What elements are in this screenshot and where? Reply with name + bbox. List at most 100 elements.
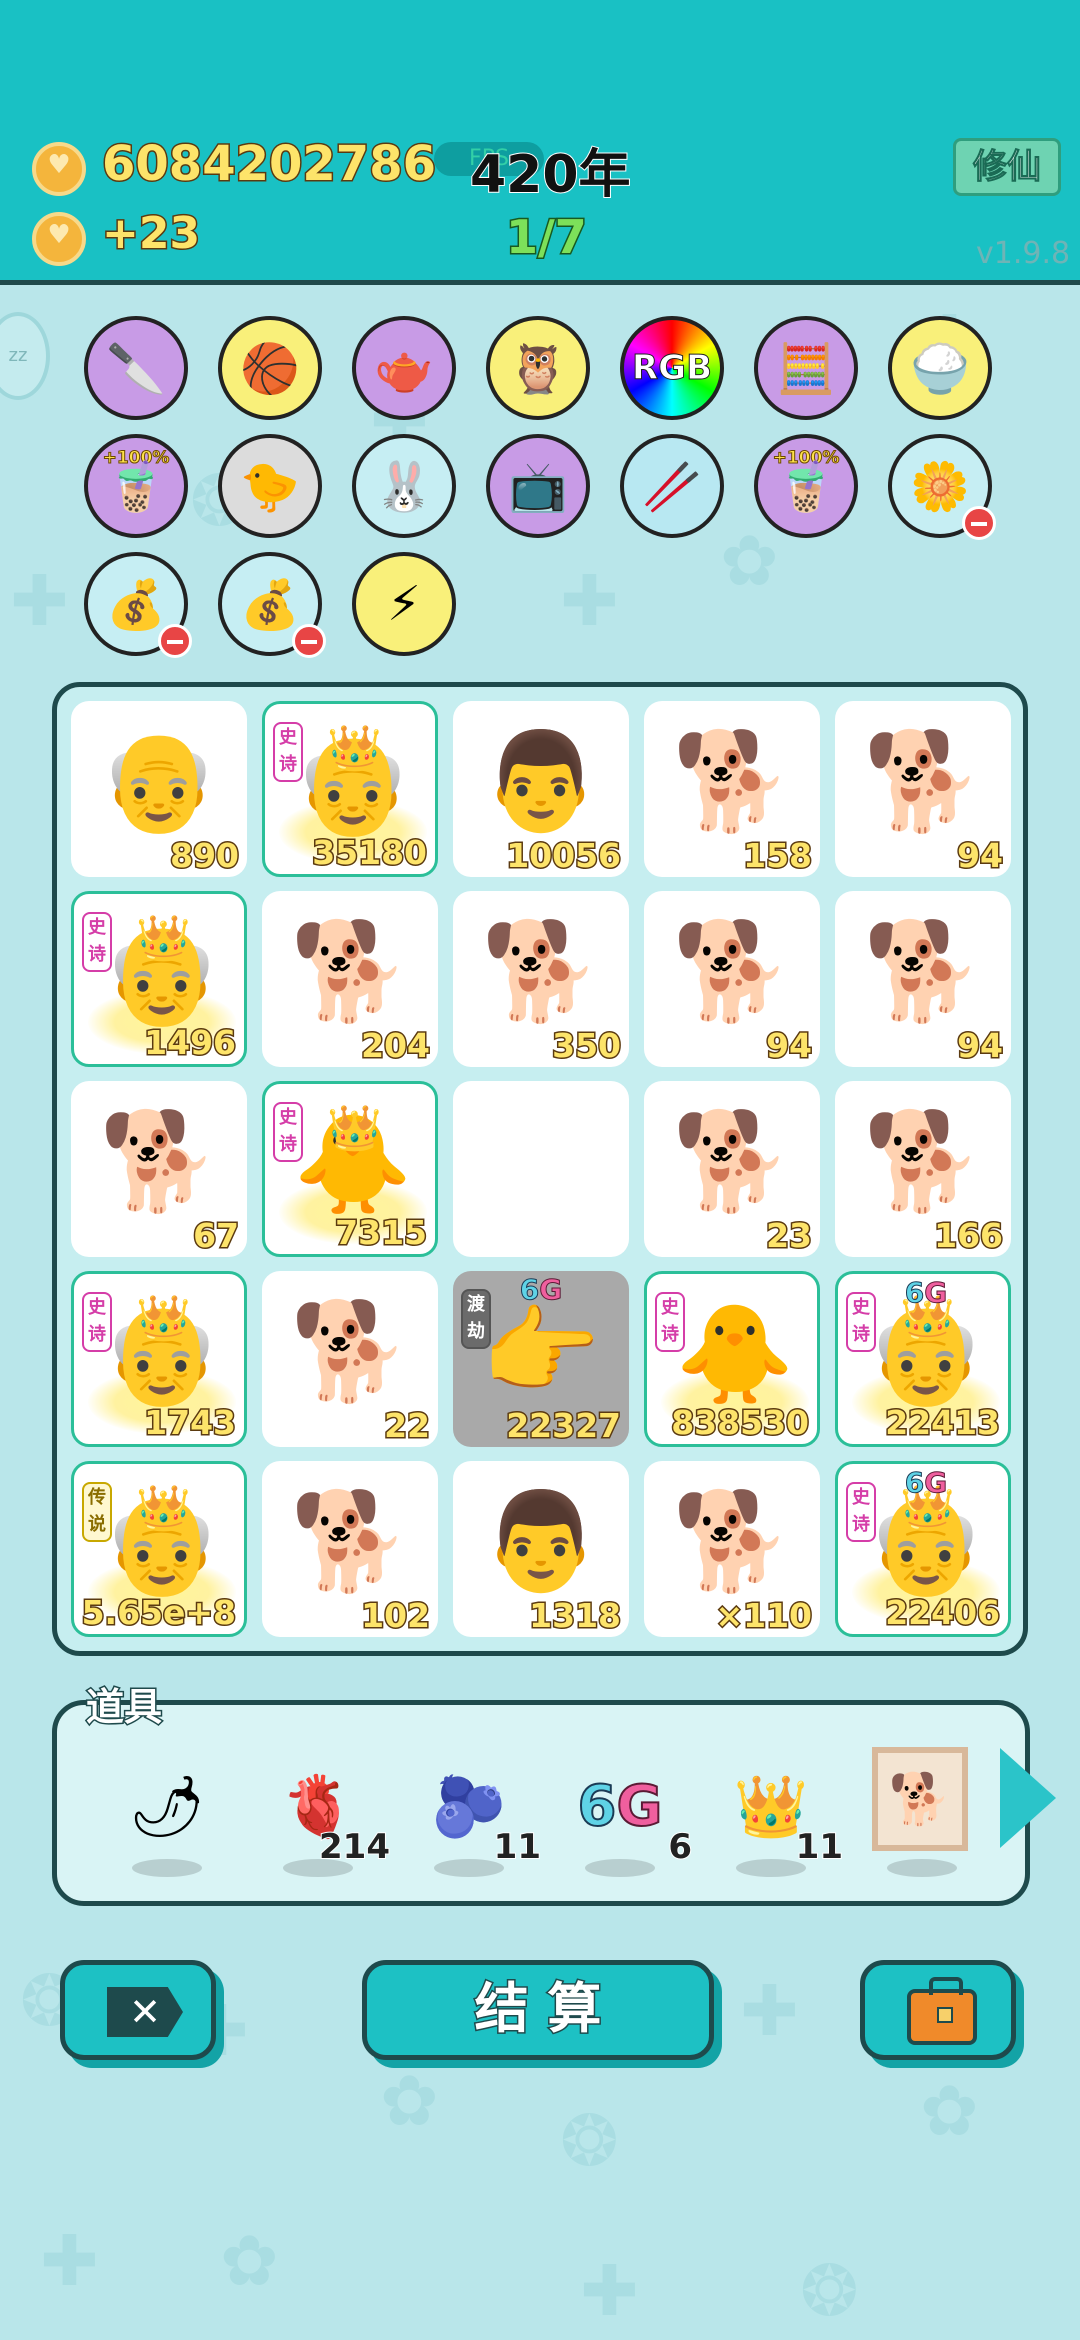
remove-buff-icon[interactable]	[962, 506, 996, 540]
cell-value: 5.65e+8	[80, 1592, 237, 1634]
cell-value: 22	[383, 1405, 432, 1447]
board-cell[interactable]: 👴 890	[71, 701, 247, 877]
buff-slot[interactable]: RGB	[620, 316, 724, 420]
board-cell[interactable]: 🐕 102	[262, 1461, 438, 1637]
board-cell[interactable]: 🐕 67	[71, 1081, 247, 1257]
buff-slot[interactable]: 🏀	[218, 316, 322, 420]
cell-value: 35180	[311, 832, 429, 874]
buff-slot[interactable]: 🫖	[352, 316, 456, 420]
prop-shadow	[585, 1859, 655, 1877]
board-cell[interactable]: 🐕 158	[644, 701, 820, 877]
cell-value: 204	[360, 1025, 432, 1067]
prop-item[interactable]: 🌶	[117, 1761, 217, 1877]
board-cell[interactable]: 🐕 94	[835, 701, 1011, 877]
buff-slot[interactable]: ⚡	[352, 552, 456, 656]
board-cell[interactable]: 🐕 94	[835, 891, 1011, 1067]
husky-icon: 🐕	[290, 914, 410, 1027]
remove-buff-icon[interactable]	[292, 624, 326, 658]
husky-icon: 🐕	[863, 914, 983, 1027]
buff-slot[interactable]: 🥢	[620, 434, 724, 538]
cell-value: 23	[765, 1215, 814, 1257]
chili-icon: 🌶	[128, 1771, 206, 1842]
board-cell[interactable]: 👴 👑 史诗 35180	[262, 701, 438, 877]
coin-total: 6084202786	[101, 135, 438, 194]
rarity-tag: 传说	[82, 1482, 112, 1542]
board-cell[interactable]: 🐕 23	[644, 1081, 820, 1257]
buff-slot[interactable]: 🍚	[888, 316, 992, 420]
cell-value: 1318	[528, 1595, 623, 1637]
briefcase-icon	[907, 1977, 977, 2045]
flower-pot-icon: 🌼	[910, 458, 970, 515]
tv-icon: 📺	[508, 458, 568, 515]
cell-value: 22413	[884, 1402, 1002, 1444]
buff-slot[interactable]: 🐤	[218, 434, 322, 538]
rarity-tag: 史诗	[273, 1102, 303, 1162]
crown-icon: 👑	[327, 723, 382, 774]
board-cell[interactable]: 🐕 22	[262, 1271, 438, 1447]
prop-item[interactable]: 🐕	[872, 1747, 972, 1877]
prop-item[interactable]: 6G6	[570, 1761, 693, 1877]
props-next-arrow-icon[interactable]	[1000, 1748, 1056, 1848]
crown-icon: 👑	[327, 1103, 382, 1154]
buff-slot[interactable]: +100% 🧋	[754, 434, 858, 538]
husky-icon: 🐕	[481, 914, 601, 1027]
six-g-digit: 6	[904, 1276, 925, 1310]
husky-icon: 🐕	[99, 1104, 219, 1217]
xiuxian-button[interactable]: 修仙	[953, 138, 1061, 196]
remove-buff-icon[interactable]	[158, 624, 192, 658]
rarity-tag: 史诗	[82, 1292, 112, 1352]
close-button[interactable]: ✕	[60, 1960, 216, 2060]
sack-icon: 💰	[106, 576, 166, 633]
bag-button[interactable]	[860, 1960, 1016, 2060]
board-cell[interactable]: 👨 10056	[453, 701, 629, 877]
board-cell[interactable]: 👴 👑 6G 史诗 22413	[835, 1271, 1011, 1447]
coin-income-icon	[32, 212, 86, 266]
settle-button[interactable]: 结 算	[362, 1960, 714, 2060]
rgb-icon: RGB	[631, 348, 712, 389]
prop-item[interactable]: 🫀 214	[268, 1761, 391, 1877]
six-g-letter: G	[924, 1466, 948, 1500]
prop-item[interactable]: 🫐 11	[419, 1761, 542, 1877]
year-counter: 420年	[469, 144, 632, 206]
board-cell[interactable]: 🐥 史诗 838530	[644, 1271, 820, 1447]
buff-slot[interactable]: 🧮	[754, 316, 858, 420]
board-cell[interactable]: 🐕 204	[262, 891, 438, 1067]
board-cell[interactable]: 👉 6G 渡劫 22327	[453, 1271, 629, 1447]
cell-value: 67	[192, 1215, 241, 1257]
six-g-icon: 6G	[577, 1773, 664, 1840]
buff-slot[interactable]: 🔪	[84, 316, 188, 420]
cleaver-icon: 🔪	[106, 340, 166, 397]
board-cell[interactable]: 🐕 94	[644, 891, 820, 1067]
prop-shadow	[887, 1859, 957, 1877]
coin-icon	[32, 142, 86, 196]
husky-icon: 🐕	[672, 724, 792, 837]
close-icon: ✕	[107, 1987, 183, 2037]
buff-slot[interactable]: 🐰	[352, 434, 456, 538]
crown-icon: 👑	[136, 1293, 191, 1344]
board-cell[interactable]: 🐕 166	[835, 1081, 1011, 1257]
board-cell[interactable]: 🐥 👑 史诗 7315	[262, 1081, 438, 1257]
sack-icon: 💰	[240, 576, 300, 633]
game-board: 👴 890 👴 👑 史诗 35180 👨 10056 🐕 158 🐕 94 👴 👑 史诗 1496 🐕 204 🐕 3…	[52, 682, 1028, 1656]
board-cell[interactable]: 👴 👑 史诗 1496	[71, 891, 247, 1067]
crown-icon: 👑	[136, 1483, 191, 1534]
prop-item[interactable]: 👑 11	[721, 1761, 844, 1877]
board-cell[interactable]: 👨 1318	[453, 1461, 629, 1637]
old-man-icon: 👴	[99, 724, 219, 837]
board-cell[interactable]	[453, 1081, 629, 1257]
buff-slot[interactable]: 🦉	[486, 316, 590, 420]
cell-value: 166	[933, 1215, 1005, 1257]
buff-slot[interactable]: +100% 🧋	[84, 434, 188, 538]
rarity-tag: 史诗	[846, 1292, 876, 1352]
buff-slot[interactable]: 📺	[486, 434, 590, 538]
cell-value: 350	[551, 1025, 623, 1067]
basketballs-icon: 🏀	[240, 340, 300, 397]
board-cell[interactable]: 👴 👑 传说 5.65e+8	[71, 1461, 247, 1637]
board-cell[interactable]: 🐕 350	[453, 891, 629, 1067]
cell-value: 10056	[505, 835, 623, 877]
board-cell[interactable]: 👴 👑 史诗 1743	[71, 1271, 247, 1447]
board-cell[interactable]: 👴 👑 6G 史诗 22406	[835, 1461, 1011, 1637]
board-cell[interactable]: 🐕 ×110	[644, 1461, 820, 1637]
rarity-tag: 史诗	[273, 722, 303, 782]
lightning-icon: ⚡	[387, 576, 421, 632]
